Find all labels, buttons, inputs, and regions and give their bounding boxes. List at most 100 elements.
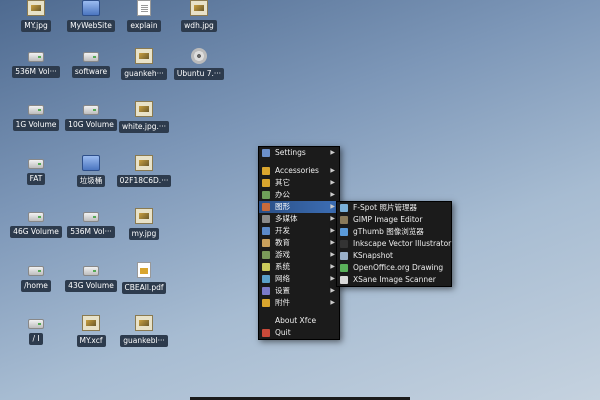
desktop-icon[interactable]: guankebl··· — [115, 315, 173, 347]
desktop-icon-label: 536M Vol··· — [12, 66, 60, 78]
desktop-icon-label: 46G Volume — [10, 226, 62, 238]
menu-item-icon — [262, 239, 270, 247]
desktop-icon[interactable]: CBEAll.pdf — [115, 262, 173, 294]
desktop-icon[interactable]: my.jpg — [115, 208, 173, 240]
menu-item-label: 游戏 — [275, 250, 290, 259]
menu-item-label: About Xfce — [275, 316, 317, 325]
desktop-icon[interactable]: wdh.jpg — [170, 0, 228, 32]
graphics-menu-item[interactable]: KSnapshot — [337, 250, 451, 262]
desktop-icon[interactable]: MY.jpg — [7, 0, 65, 32]
desktop-icon[interactable]: white.jpg.··· — [115, 101, 173, 133]
desktop-icon-label: Ubuntu 7.··· — [173, 68, 225, 80]
desktop-icon[interactable]: 垃圾桶 — [62, 155, 120, 187]
submenu-arrow-icon: ▶ — [330, 167, 335, 174]
desktop-icon[interactable]: 536M Vol··· — [7, 48, 65, 78]
desktop-icon[interactable]: 46G Volume — [7, 208, 65, 238]
graphics-menu-item[interactable]: F-Spot 照片管理器 — [337, 202, 451, 214]
root-menu-item[interactable]: 设置 ▶ — [259, 285, 339, 297]
submenu-arrow-icon: ▶ — [330, 191, 335, 198]
root-menu-item[interactable]: 教育 ▶ — [259, 237, 339, 249]
root-menu-item[interactable]: Accessories ▶ — [259, 165, 339, 177]
menu-item-label: Inkscape Vector Illustrator — [353, 239, 452, 248]
graphics-submenu: F-Spot 照片管理器 GIMP Image Editor gThumb 图像浏览… — [336, 201, 452, 287]
desktop-icon[interactable]: FAT — [7, 155, 65, 185]
menu-item-label: Quit — [275, 328, 291, 337]
menu-item-icon — [262, 149, 270, 157]
menu-item-label: 开发 — [275, 226, 290, 235]
graphics-menu-item[interactable]: Inkscape Vector Illustrator — [337, 238, 451, 250]
desktop-icon-label: white.jpg.··· — [118, 121, 170, 133]
desktop-icon-label: CBEAll.pdf — [121, 282, 167, 294]
desktop-icon[interactable]: Ubuntu 7.··· — [170, 48, 228, 80]
desktop-icon[interactable]: 536M Vol··· — [62, 208, 120, 238]
menu-item-icon — [262, 191, 270, 199]
desktop-icon[interactable]: explain — [115, 0, 173, 32]
menu-item-label: gThumb 图像浏览器 — [353, 227, 424, 236]
submenu-arrow-icon: ▶ — [330, 227, 335, 234]
submenu-arrow-icon: ▶ — [330, 275, 335, 282]
drive-icon — [28, 159, 44, 169]
menu-item-label: 图形 — [275, 202, 290, 211]
desktop-icon-label: my.jpg — [128, 228, 160, 240]
menu-item-icon — [340, 264, 348, 272]
menu-item-icon — [262, 179, 270, 187]
desktop-icon-label: / I — [29, 333, 43, 345]
drive-icon — [28, 52, 44, 62]
submenu-arrow-icon: ▶ — [330, 287, 335, 294]
menu-item-label: 其它 — [275, 178, 290, 187]
submenu-arrow-icon: ▶ — [330, 179, 335, 186]
root-menu-item[interactable]: 网络 ▶ — [259, 273, 339, 285]
desktop-icon-label: 536M Vol··· — [67, 226, 115, 238]
menu-item-label: 教育 — [275, 238, 290, 247]
graphics-menu-item[interactable]: GIMP Image Editor — [337, 214, 451, 226]
graphics-menu-item[interactable]: XSane Image Scanner — [337, 274, 451, 286]
root-menu-item[interactable]: Quit — [259, 327, 339, 339]
menu-item-label: GIMP Image Editor — [353, 215, 423, 224]
desktop-icon[interactable]: software — [62, 48, 120, 78]
root-menu-item[interactable]: 其它 ▶ — [259, 177, 339, 189]
root-menu-item[interactable]: Settings ▶ — [259, 147, 339, 159]
drive-icon — [83, 105, 99, 115]
desktop: MY.jpg MyWebSite explain wdh.jpg 536M Vol···… — [0, 0, 600, 400]
root-menu-item[interactable]: 开发 ▶ — [259, 225, 339, 237]
desktop-icon-label: 43G Volume — [65, 280, 117, 292]
menu-item-icon — [262, 329, 270, 337]
menu-item-icon — [262, 299, 270, 307]
root-menu-item[interactable]: 游戏 ▶ — [259, 249, 339, 261]
root-menu-item[interactable]: About Xfce — [259, 315, 339, 327]
root-menu-item[interactable]: 图形 ▶ — [259, 201, 339, 213]
desktop-icon-label: 02F18C6D.··· — [116, 175, 172, 187]
desktop-icon[interactable]: MyWebSite — [62, 0, 120, 32]
desktop-icon[interactable]: 1G Volume — [7, 101, 65, 131]
xfce-root-menu: Settings ▶ Accessories ▶ 其它 ▶ 办公 ▶ 图形 ▶ 多媒体 ▶ 开发 ▶ 教育 ▶… — [258, 146, 340, 340]
desktop-icon-label: guankebl··· — [120, 335, 168, 347]
menu-item-label: OpenOffice.org Drawing — [353, 263, 444, 272]
desktop-icon[interactable]: guankeh··· — [115, 48, 173, 80]
desktop-icon[interactable]: 10G Volume — [62, 101, 120, 131]
document-icon — [137, 0, 151, 16]
image-file-icon — [135, 315, 153, 331]
menu-item-icon — [340, 216, 348, 224]
root-menu-item[interactable]: 多媒体 ▶ — [259, 213, 339, 225]
image-file-icon — [190, 0, 208, 16]
root-menu-item[interactable]: 办公 ▶ — [259, 189, 339, 201]
desktop-icon[interactable]: / I — [7, 315, 65, 345]
desktop-icon[interactable]: MY.xcf — [62, 315, 120, 347]
desktop-icon[interactable]: 43G Volume — [62, 262, 120, 292]
root-menu-item[interactable]: 系统 ▶ — [259, 261, 339, 273]
menu-item-icon — [340, 276, 348, 284]
menu-item-label: F-Spot 照片管理器 — [353, 203, 417, 212]
graphics-menu-item[interactable]: gThumb 图像浏览器 — [337, 226, 451, 238]
menu-item-icon — [340, 228, 348, 236]
desktop-icon-label: wdh.jpg — [181, 20, 217, 32]
desktop-icon[interactable]: 02F18C6D.··· — [115, 155, 173, 187]
root-menu-item[interactable]: 附件 ▶ — [259, 297, 339, 309]
submenu-arrow-icon: ▶ — [330, 239, 335, 246]
drive-icon — [28, 266, 44, 276]
desktop-icon-label: MY.jpg — [21, 20, 51, 32]
desktop-icon[interactable]: /home — [7, 262, 65, 292]
graphics-menu-item[interactable]: OpenOffice.org Drawing — [337, 262, 451, 274]
pdf-icon — [137, 262, 151, 278]
drive-icon — [28, 319, 44, 329]
menu-item-icon — [262, 275, 270, 283]
